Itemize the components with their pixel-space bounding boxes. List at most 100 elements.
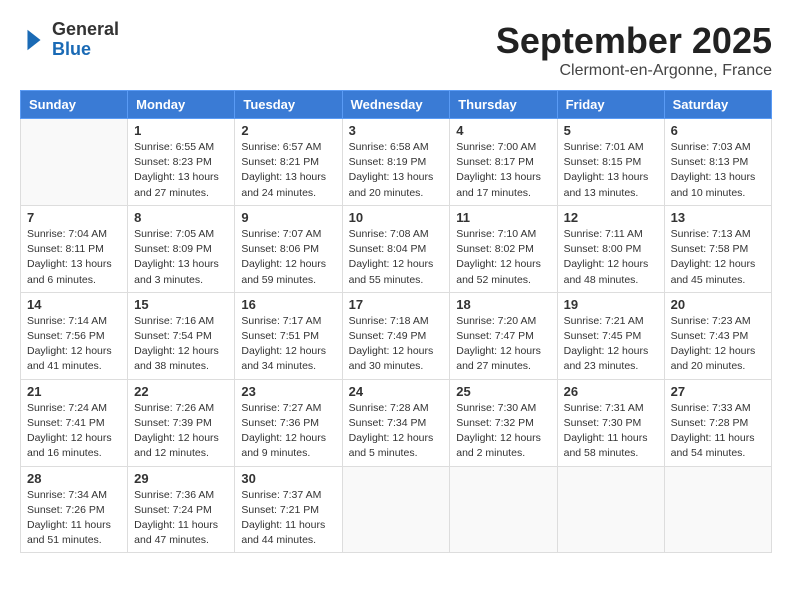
day-number: 10 [349,210,444,225]
day-number: 2 [241,123,335,138]
day-number: 3 [349,123,444,138]
calendar-cell: 17 Sunrise: 7:18 AM Sunset: 7:49 PM Dayli… [342,292,450,379]
calendar-cell: 4 Sunrise: 7:00 AM Sunset: 8:17 PM Daylig… [450,119,557,206]
day-number: 25 [456,384,550,399]
day-info: Sunrise: 7:34 AM Sunset: 7:26 PM Dayligh… [27,488,121,549]
day-info: Sunrise: 7:00 AM Sunset: 8:17 PM Dayligh… [456,140,550,201]
day-info: Sunrise: 7:13 AM Sunset: 7:58 PM Dayligh… [671,227,765,288]
calendar-week-row: 28 Sunrise: 7:34 AM Sunset: 7:26 PM Dayli… [21,466,772,553]
calendar-cell: 28 Sunrise: 7:34 AM Sunset: 7:26 PM Dayli… [21,466,128,553]
day-info: Sunrise: 7:04 AM Sunset: 8:11 PM Dayligh… [27,227,121,288]
day-info: Sunrise: 7:14 AM Sunset: 7:56 PM Dayligh… [27,314,121,375]
day-number: 19 [564,297,658,312]
day-info: Sunrise: 7:11 AM Sunset: 8:00 PM Dayligh… [564,227,658,288]
month-title: September 2025 [496,20,772,62]
day-info: Sunrise: 7:16 AM Sunset: 7:54 PM Dayligh… [134,314,228,375]
day-info: Sunrise: 7:18 AM Sunset: 7:49 PM Dayligh… [349,314,444,375]
day-number: 15 [134,297,228,312]
calendar-cell: 24 Sunrise: 7:28 AM Sunset: 7:34 PM Dayli… [342,379,450,466]
day-number: 8 [134,210,228,225]
day-info: Sunrise: 7:30 AM Sunset: 7:32 PM Dayligh… [456,401,550,462]
day-info: Sunrise: 6:58 AM Sunset: 8:19 PM Dayligh… [349,140,444,201]
calendar-cell: 25 Sunrise: 7:30 AM Sunset: 7:32 PM Dayli… [450,379,557,466]
calendar-cell: 19 Sunrise: 7:21 AM Sunset: 7:45 PM Dayli… [557,292,664,379]
location: Clermont-en-Argonne, France [496,62,772,80]
calendar-cell: 16 Sunrise: 7:17 AM Sunset: 7:51 PM Dayli… [235,292,342,379]
day-info: Sunrise: 7:03 AM Sunset: 8:13 PM Dayligh… [671,140,765,201]
calendar-week-row: 1 Sunrise: 6:55 AM Sunset: 8:23 PM Daylig… [21,119,772,206]
calendar-cell: 14 Sunrise: 7:14 AM Sunset: 7:56 PM Dayli… [21,292,128,379]
day-number: 9 [241,210,335,225]
calendar-cell: 11Sunrise: 7:10 AM Sunset: 8:02 PM Dayli… [450,205,557,292]
calendar-cell: 7 Sunrise: 7:04 AM Sunset: 8:11 PM Daylig… [21,205,128,292]
weekday-header: Friday [557,91,664,119]
calendar-cell: 15 Sunrise: 7:16 AM Sunset: 7:54 PM Dayli… [128,292,235,379]
calendar-cell: 30 Sunrise: 7:37 AM Sunset: 7:21 PM Dayli… [235,466,342,553]
calendar-week-row: 14 Sunrise: 7:14 AM Sunset: 7:56 PM Dayli… [21,292,772,379]
day-number: 16 [241,297,335,312]
day-number: 5 [564,123,658,138]
weekday-header: Tuesday [235,91,342,119]
day-number: 6 [671,123,765,138]
day-info: Sunrise: 7:20 AM Sunset: 7:47 PM Dayligh… [456,314,550,375]
logo-text: General Blue [52,20,119,60]
day-info: Sunrise: 7:27 AM Sunset: 7:36 PM Dayligh… [241,401,335,462]
day-info: Sunrise: 6:55 AM Sunset: 8:23 PM Dayligh… [134,140,228,201]
weekday-header: Monday [128,91,235,119]
day-number: 1 [134,123,228,138]
calendar-cell: 3 Sunrise: 6:58 AM Sunset: 8:19 PM Daylig… [342,119,450,206]
day-info: Sunrise: 7:28 AM Sunset: 7:34 PM Dayligh… [349,401,444,462]
logo: General Blue [20,20,119,60]
day-info: Sunrise: 7:37 AM Sunset: 7:21 PM Dayligh… [241,488,335,549]
day-info: Sunrise: 6:57 AM Sunset: 8:21 PM Dayligh… [241,140,335,201]
calendar-cell [21,119,128,206]
calendar-cell: 29Sunrise: 7:36 AM Sunset: 7:24 PM Dayli… [128,466,235,553]
calendar-table: SundayMondayTuesdayWednesdayThursdayFrid… [20,90,772,553]
day-number: 26 [564,384,658,399]
day-number: 29 [134,471,228,486]
day-number: 11 [456,210,550,225]
calendar-header: SundayMondayTuesdayWednesdayThursdayFrid… [21,91,772,119]
calendar-cell: 9 Sunrise: 7:07 AM Sunset: 8:06 PM Daylig… [235,205,342,292]
day-info: Sunrise: 7:26 AM Sunset: 7:39 PM Dayligh… [134,401,228,462]
day-number: 23 [241,384,335,399]
day-info: Sunrise: 7:21 AM Sunset: 7:45 PM Dayligh… [564,314,658,375]
logo-icon [20,26,48,54]
day-number: 14 [27,297,121,312]
calendar-week-row: 7 Sunrise: 7:04 AM Sunset: 8:11 PM Daylig… [21,205,772,292]
day-number: 13 [671,210,765,225]
day-number: 24 [349,384,444,399]
calendar-cell: 20 Sunrise: 7:23 AM Sunset: 7:43 PM Dayli… [664,292,771,379]
weekday-header: Thursday [450,91,557,119]
calendar-cell [342,466,450,553]
weekday-header: Wednesday [342,91,450,119]
calendar-cell: 6 Sunrise: 7:03 AM Sunset: 8:13 PM Daylig… [664,119,771,206]
calendar-cell: 8Sunrise: 7:05 AM Sunset: 8:09 PM Daylig… [128,205,235,292]
calendar-cell: 10Sunrise: 7:08 AM Sunset: 8:04 PM Dayli… [342,205,450,292]
day-number: 20 [671,297,765,312]
day-info: Sunrise: 7:33 AM Sunset: 7:28 PM Dayligh… [671,401,765,462]
day-info: Sunrise: 7:01 AM Sunset: 8:15 PM Dayligh… [564,140,658,201]
calendar-week-row: 21Sunrise: 7:24 AM Sunset: 7:41 PM Dayli… [21,379,772,466]
day-number: 7 [27,210,121,225]
weekday-header: Sunday [21,91,128,119]
calendar-cell [557,466,664,553]
day-info: Sunrise: 7:17 AM Sunset: 7:51 PM Dayligh… [241,314,335,375]
day-number: 4 [456,123,550,138]
calendar-cell: 1 Sunrise: 6:55 AM Sunset: 8:23 PM Daylig… [128,119,235,206]
day-info: Sunrise: 7:31 AM Sunset: 7:30 PM Dayligh… [564,401,658,462]
day-number: 28 [27,471,121,486]
day-info: Sunrise: 7:07 AM Sunset: 8:06 PM Dayligh… [241,227,335,288]
calendar-cell: 22Sunrise: 7:26 AM Sunset: 7:39 PM Dayli… [128,379,235,466]
calendar-cell: 23 Sunrise: 7:27 AM Sunset: 7:36 PM Dayli… [235,379,342,466]
day-number: 17 [349,297,444,312]
day-number: 27 [671,384,765,399]
day-number: 30 [241,471,335,486]
calendar-cell: 13 Sunrise: 7:13 AM Sunset: 7:58 PM Dayli… [664,205,771,292]
calendar-cell: 26 Sunrise: 7:31 AM Sunset: 7:30 PM Dayli… [557,379,664,466]
day-number: 18 [456,297,550,312]
day-info: Sunrise: 7:23 AM Sunset: 7:43 PM Dayligh… [671,314,765,375]
calendar-cell: 27 Sunrise: 7:33 AM Sunset: 7:28 PM Dayli… [664,379,771,466]
day-number: 12 [564,210,658,225]
day-number: 21 [27,384,121,399]
